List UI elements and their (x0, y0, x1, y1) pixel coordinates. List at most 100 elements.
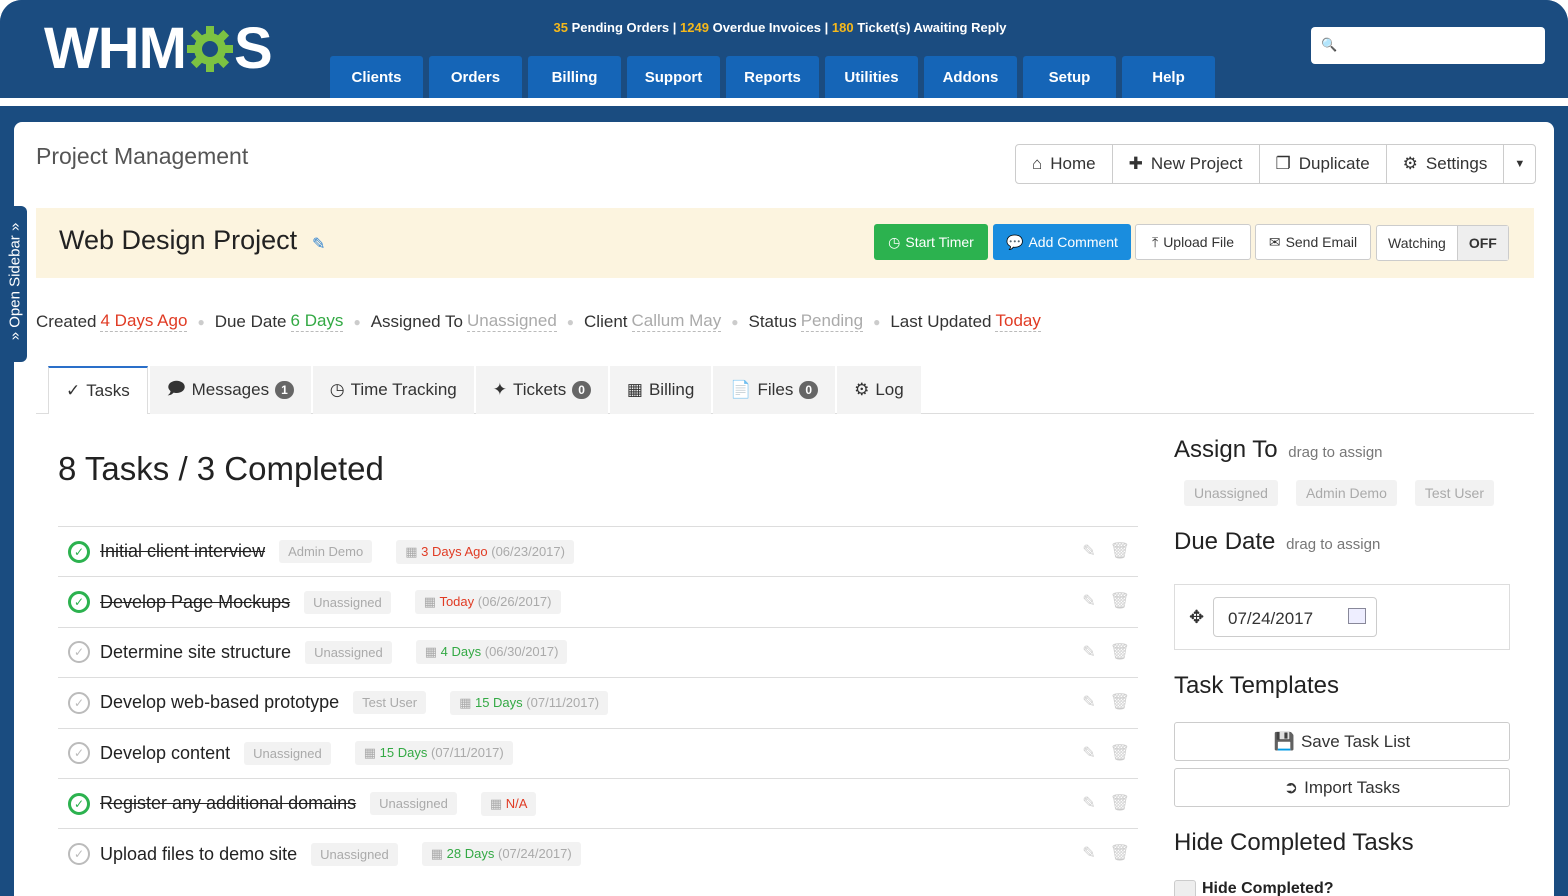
more-dropdown-button[interactable]: ▼ (1504, 145, 1535, 183)
task-name[interactable]: Upload files to demo site (100, 844, 297, 865)
due-date-value[interactable]: 6 Days (290, 311, 344, 332)
task-status-check-icon[interactable]: ✓ (68, 691, 90, 714)
start-timer-button[interactable]: ◷ Start Timer (874, 224, 988, 260)
task-name[interactable]: Develop Page Mockups (100, 592, 290, 613)
task-row[interactable]: ✓ Develop content Unassigned ▦ 15 Days (07/… (58, 727, 1138, 778)
pencil-edit-icon[interactable]: ✎ (312, 234, 325, 254)
task-status-check-icon[interactable]: ✓ (68, 792, 90, 815)
task-name[interactable]: Register any additional domains (100, 793, 356, 814)
trash-icon[interactable]: 🗑 (1110, 793, 1130, 813)
settings-button[interactable]: ⚙ Settings (1387, 145, 1505, 183)
nav-clients[interactable]: Clients (330, 56, 423, 98)
meta-separator: ● (566, 314, 575, 329)
task-name[interactable]: Determine site structure (100, 642, 291, 663)
tickets-count[interactable]: 180 (832, 20, 854, 35)
pencil-icon[interactable]: ✎ (1082, 591, 1095, 611)
trash-icon[interactable]: 🗑 (1110, 642, 1130, 662)
move-icon[interactable]: ✥ (1189, 607, 1204, 628)
open-sidebar-tab[interactable]: » Open Sidebar » (0, 206, 27, 362)
home-button[interactable]: ⌂ Home (1016, 145, 1113, 183)
task-status-check-icon[interactable]: ✓ (68, 540, 90, 563)
task-row[interactable]: ✓ Initial client interview Admin Demo ▦ 3 D… (58, 526, 1138, 576)
task-row[interactable]: ✓ Determine site structure Unassigned ▦ 4 D… (58, 626, 1138, 677)
task-assignee[interactable]: Unassigned (244, 741, 331, 765)
task-assignee[interactable]: Unassigned (305, 640, 392, 664)
pencil-icon[interactable]: ✎ (1082, 743, 1095, 763)
status-value[interactable]: Pending (800, 311, 864, 332)
new-project-button[interactable]: ✚ New Project (1113, 145, 1260, 183)
task-status-check-icon[interactable]: ✓ (68, 742, 90, 765)
task-status-check-icon[interactable]: ✓ (68, 843, 90, 866)
import-tasks-button[interactable]: ➲ Import Tasks (1174, 768, 1510, 807)
task-due-date[interactable]: ▦ 28 Days (07/24/2017) (421, 842, 581, 867)
nav-setup[interactable]: Setup (1023, 56, 1116, 98)
task-due-date[interactable]: ▦ Today (06/26/2017) (414, 590, 561, 615)
nav-support[interactable]: Support (627, 56, 720, 98)
pencil-icon[interactable]: ✎ (1082, 843, 1095, 863)
task-row[interactable]: ✓ Develop web-based prototype Test User ▦ 1… (58, 677, 1138, 727)
task-assignee[interactable]: Unassigned (311, 842, 398, 866)
assigned-value[interactable]: Unassigned (467, 311, 557, 332)
trash-icon[interactable]: 🗑 (1110, 591, 1130, 611)
overdue-invoices-count[interactable]: 1249 (680, 20, 709, 35)
trash-icon[interactable]: 🗑 (1110, 843, 1130, 863)
pending-orders-label[interactable]: Pending Orders (572, 20, 670, 35)
tab-log[interactable]: ⚙ Log (837, 366, 921, 414)
task-name[interactable]: Develop content (100, 743, 230, 764)
task-assignee[interactable]: Unassigned (304, 590, 391, 614)
tab-billing[interactable]: ▦ Billing (609, 366, 712, 414)
pencil-icon[interactable]: ✎ (1082, 541, 1095, 561)
trash-icon[interactable]: 🗑 (1110, 541, 1130, 561)
task-status-check-icon[interactable]: ✓ (68, 591, 90, 614)
client-value[interactable]: Callum May (631, 311, 722, 332)
task-due-date[interactable]: ▦ N/A (480, 791, 537, 816)
assignee-chip[interactable]: Test User (1414, 480, 1494, 506)
tab-messages[interactable]: 🗩 Messages 1 (149, 366, 311, 414)
pencil-icon[interactable]: ✎ (1082, 692, 1095, 712)
whmcs-logo[interactable]: WHM S (44, 16, 273, 81)
pencil-icon[interactable]: ✎ (1082, 642, 1095, 662)
task-assignee[interactable]: Unassigned (370, 792, 457, 816)
overdue-invoices-label[interactable]: Overdue Invoices (713, 20, 821, 35)
task-assignee[interactable]: Admin Demo (279, 540, 373, 564)
task-row[interactable]: ✓ Upload files to demo site Unassigned ▦ 28… (58, 828, 1138, 878)
assignee-chip[interactable]: Unassigned (1184, 480, 1278, 506)
task-due-date[interactable]: ▦ 4 Days (06/30/2017) (415, 640, 568, 665)
task-assignee[interactable]: Test User (353, 691, 427, 715)
task-row[interactable]: ✓ Develop Page Mockups Unassigned ▦ Today (… (58, 576, 1138, 626)
watching-toggle[interactable]: Watching OFF (1376, 225, 1509, 261)
calendar-icon[interactable] (1348, 608, 1366, 624)
task-row[interactable]: ✓ Register any additional domains Unassign… (58, 777, 1138, 828)
nav-reports[interactable]: Reports (726, 56, 819, 98)
pending-orders-count[interactable]: 35 (554, 20, 568, 35)
duplicate-button[interactable]: ❐ Duplicate (1260, 145, 1387, 183)
task-status-check-icon[interactable]: ✓ (68, 641, 90, 664)
tickets-label[interactable]: Ticket(s) Awaiting Reply (857, 20, 1006, 35)
task-due-date[interactable]: ▦ 15 Days (07/11/2017) (354, 741, 513, 766)
upload-file-button[interactable]: ⤒ Upload File (1135, 224, 1251, 260)
hide-completed-checkbox[interactable] (1174, 880, 1196, 896)
nav-help[interactable]: Help (1122, 56, 1215, 98)
add-comment-button[interactable]: 💬 Add Comment (993, 224, 1131, 260)
tab-tickets[interactable]: ✦ Tickets 0 (475, 366, 608, 414)
tab-tasks[interactable]: ✓ Tasks (48, 366, 148, 414)
send-email-button[interactable]: ✉ Send Email (1255, 224, 1371, 260)
due-date-input[interactable]: 07/24/2017 (1213, 597, 1377, 637)
nav-orders[interactable]: Orders (429, 56, 522, 98)
trash-icon[interactable]: 🗑 (1110, 692, 1130, 712)
nav-billing[interactable]: Billing (528, 56, 621, 98)
task-name[interactable]: Initial client interview (100, 541, 265, 562)
save-task-list-button[interactable]: 💾 Save Task List (1174, 722, 1510, 761)
task-due-date[interactable]: ▦ 15 Days (07/11/2017) (450, 690, 609, 715)
pencil-icon[interactable]: ✎ (1082, 793, 1095, 813)
tab-time-tracking[interactable]: ◷ Time Tracking (312, 366, 474, 414)
tab-files[interactable]: 📄 Files 0 (713, 366, 836, 414)
trash-icon[interactable]: 🗑 (1110, 743, 1130, 763)
task-due-date-value: (06/23/2017) (491, 543, 565, 559)
assignee-chip[interactable]: Admin Demo (1295, 480, 1397, 506)
task-due-date[interactable]: ▦ 3 Days Ago (06/23/2017) (396, 539, 574, 564)
search-input[interactable]: 🔍 (1311, 27, 1545, 64)
nav-utilities[interactable]: Utilities (825, 56, 918, 98)
nav-addons[interactable]: Addons (924, 56, 1017, 98)
task-name[interactable]: Develop web-based prototype (100, 692, 339, 713)
